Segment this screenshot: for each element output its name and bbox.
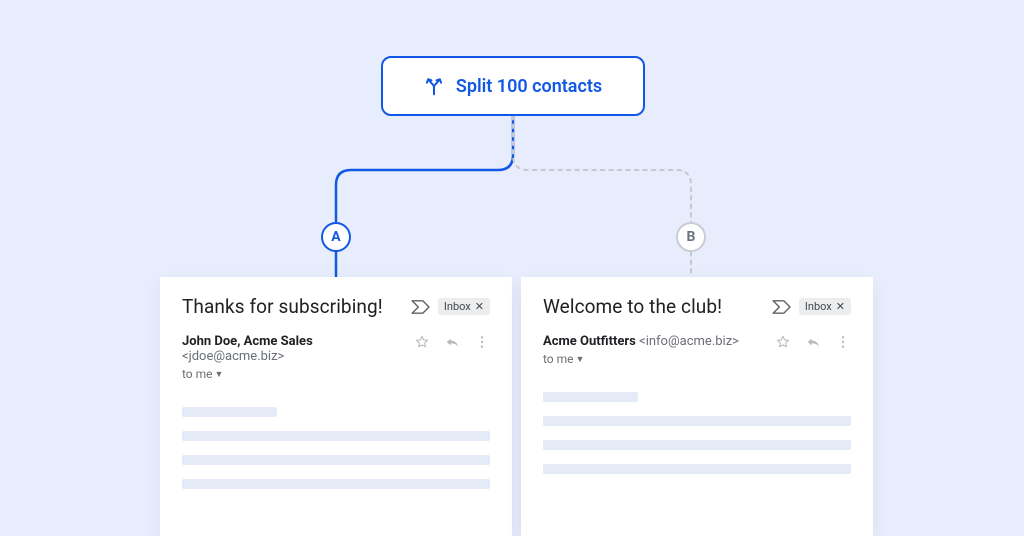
chevron-down-icon: ▼ xyxy=(576,354,585,365)
inbox-label-text: Inbox xyxy=(805,300,832,313)
close-icon[interactable]: ✕ xyxy=(475,300,484,313)
more-icon[interactable] xyxy=(835,334,851,350)
email-subject: Thanks for subscribing! xyxy=(182,295,383,318)
sender-line: Acme Outfitters <info@acme.biz> xyxy=(543,334,739,349)
category-marker-icon[interactable] xyxy=(410,298,432,316)
close-icon[interactable]: ✕ xyxy=(836,300,845,313)
email-subject: Welcome to the club! xyxy=(543,295,722,318)
sender-email: <info@acme.biz> xyxy=(639,334,739,349)
recipient-dropdown[interactable]: to me ▼ xyxy=(182,367,406,381)
split-node-label: Split 100 contacts xyxy=(456,76,602,97)
split-node[interactable]: Split 100 contacts xyxy=(381,56,645,116)
inbox-label-chip[interactable]: Inbox ✕ xyxy=(438,298,490,315)
sender-name: Acme Outfitters xyxy=(543,334,636,349)
email-preview-b: Welcome to the club! Inbox ✕ Acme Outfit… xyxy=(521,277,873,536)
more-icon[interactable] xyxy=(474,334,490,350)
recipient-text: to me xyxy=(543,352,574,366)
inbox-label-chip[interactable]: Inbox ✕ xyxy=(799,298,851,315)
email-preview-a: Thanks for subscribing! Inbox ✕ John Doe… xyxy=(160,277,512,536)
recipient-dropdown[interactable]: to me ▼ xyxy=(543,352,739,366)
variant-label-b[interactable]: B xyxy=(676,222,706,252)
recipient-text: to me xyxy=(182,367,213,381)
reply-icon[interactable] xyxy=(444,334,460,350)
category-marker-icon[interactable] xyxy=(771,298,793,316)
sender-name: John Doe, Acme Sales xyxy=(182,334,313,349)
chevron-down-icon: ▼ xyxy=(215,369,224,380)
reply-icon[interactable] xyxy=(805,334,821,350)
email-body-placeholder xyxy=(543,392,851,474)
split-arrows-icon xyxy=(424,76,444,96)
variant-b-letter: B xyxy=(687,229,696,245)
sender-line: John Doe, Acme Sales <jdoe@acme.biz> xyxy=(182,334,406,364)
star-icon[interactable] xyxy=(414,334,430,350)
email-body-placeholder xyxy=(182,407,490,489)
variant-a-letter: A xyxy=(331,229,340,245)
sender-email: <jdoe@acme.biz> xyxy=(182,349,284,364)
variant-label-a[interactable]: A xyxy=(321,222,351,252)
inbox-label-text: Inbox xyxy=(444,300,471,313)
star-icon[interactable] xyxy=(775,334,791,350)
